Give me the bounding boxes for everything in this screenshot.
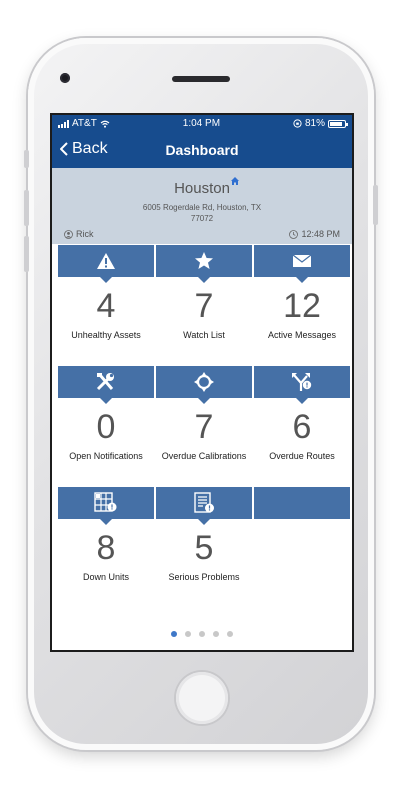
home-button[interactable]	[176, 672, 228, 724]
envelope-icon	[292, 254, 312, 267]
tile-watch-list[interactable]: 7 Watch List	[156, 245, 252, 366]
tile-notch	[100, 398, 112, 404]
tile-label: Down Units	[82, 572, 129, 582]
volume-up-button	[24, 190, 29, 226]
page-dot[interactable]	[227, 631, 233, 637]
tile-empty	[254, 487, 350, 608]
tile-header	[58, 245, 154, 277]
carrier-label: AT&T	[72, 118, 97, 129]
tile-row: 4 Unhealthy Assets 7 Watch List 12 Activ…	[58, 245, 350, 366]
dashboard-grid: 4 Unhealthy Assets 7 Watch List 12 Activ…	[58, 245, 350, 608]
tile-label: Overdue Routes	[269, 451, 335, 461]
battery-icon	[328, 119, 348, 128]
tile-header	[58, 366, 154, 398]
location-time: 12:48 PM	[289, 229, 340, 239]
user-icon	[64, 229, 73, 239]
mute-switch	[24, 150, 29, 168]
status-bar: AT&T 1:04 PM 81%	[52, 115, 352, 132]
location-time-value: 12:48 PM	[301, 229, 340, 239]
tile-label: Overdue Calibrations	[161, 451, 247, 461]
tile-label: Watch List	[183, 330, 225, 340]
page-dot[interactable]	[185, 631, 191, 637]
page-dot[interactable]	[171, 631, 177, 637]
tile-value: 0	[96, 408, 116, 446]
tile-label: Unhealthy Assets	[71, 330, 141, 340]
tools-icon	[96, 373, 114, 391]
tile-open-notifications[interactable]: 0 Open Notifications	[58, 366, 154, 487]
location-address-line1: 6005 Rogerdale Rd, Houston, TX	[142, 203, 262, 212]
tile-header	[156, 487, 252, 519]
tile-down-units[interactable]: 8 Down Units	[58, 487, 154, 608]
tile-header	[254, 366, 350, 398]
tile-header	[254, 245, 350, 277]
location-user-name: Rick	[76, 229, 94, 239]
tile-notch	[296, 277, 308, 283]
tile-value: 6	[292, 408, 312, 446]
tile-notch	[296, 398, 308, 404]
clock-icon	[289, 229, 299, 239]
tile-row: 0 Open Notifications 7 Overdue Calibrati…	[58, 366, 350, 487]
star-icon	[195, 252, 213, 269]
tile-header	[156, 366, 252, 398]
status-time: 1:04 PM	[182, 118, 221, 129]
tile-header	[156, 245, 252, 277]
tile-active-messages[interactable]: 12 Active Messages	[254, 245, 350, 366]
tile-label: Open Notifications	[69, 451, 143, 461]
signal-icon	[58, 119, 69, 128]
wifi-icon	[100, 120, 110, 128]
location-address-line2: 77072	[190, 214, 214, 223]
tile-value: 7	[194, 408, 214, 446]
front-camera	[60, 73, 70, 83]
tile-notch	[198, 277, 210, 283]
tile-value: 12	[283, 287, 321, 325]
route-fork-icon	[292, 373, 312, 391]
tile-overdue-calibrations[interactable]: 7 Overdue Calibrations	[156, 366, 252, 487]
power-button	[373, 185, 378, 225]
tile-value: 8	[96, 529, 116, 567]
tile-notch	[100, 519, 112, 525]
tile-value: 5	[194, 529, 214, 567]
tile-notch	[198, 519, 210, 525]
page-dot[interactable]	[213, 631, 219, 637]
crosshair-icon	[194, 372, 214, 392]
navigation-bar: Back Dashboard	[52, 132, 352, 168]
battery-percent: 81%	[304, 118, 325, 129]
tile-header	[58, 487, 154, 519]
location-city: Houston	[174, 180, 230, 197]
tile-notch	[100, 277, 112, 283]
warning-icon	[97, 253, 115, 269]
page-title: Dashboard	[165, 142, 239, 158]
page-indicator[interactable]	[52, 631, 352, 637]
tile-unhealthy-assets[interactable]: 4 Unhealthy Assets	[58, 245, 154, 366]
document-alert-icon	[194, 492, 214, 513]
app-screen: AT&T 1:04 PM 81% Back Dashboard Houston …	[50, 113, 354, 652]
location-user: Rick	[64, 229, 94, 239]
volume-down-button	[24, 236, 29, 272]
tile-serious-problems[interactable]: 5 Serious Problems	[156, 487, 252, 608]
house-icon[interactable]	[230, 176, 240, 186]
tile-label: Serious Problems	[168, 572, 240, 582]
tile-overdue-routes[interactable]: 6 Overdue Routes	[254, 366, 350, 487]
page-dot[interactable]	[199, 631, 205, 637]
location-header: Houston 6005 Rogerdale Rd, Houston, TX 7…	[52, 168, 352, 244]
lock-rotation-icon	[293, 119, 302, 128]
tile-value: 4	[96, 287, 116, 325]
tile-label: Active Messages	[267, 330, 337, 340]
tile-notch	[198, 398, 210, 404]
earpiece-speaker	[172, 76, 230, 82]
tile-row: 8 Down Units 5 Serious Problems	[58, 487, 350, 608]
tile-header	[254, 487, 350, 519]
tile-value: 7	[194, 287, 214, 325]
unit-grid-icon	[94, 492, 117, 512]
